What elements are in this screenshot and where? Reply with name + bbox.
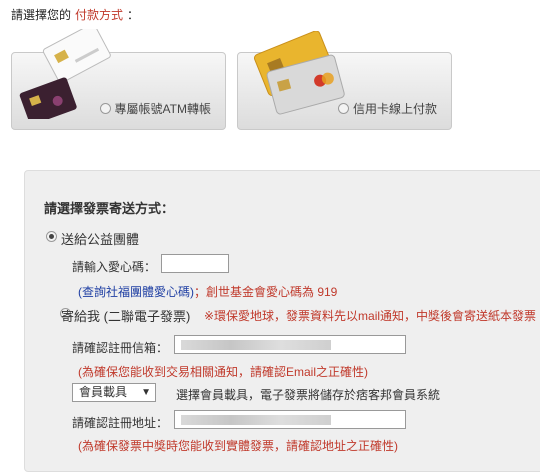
atm-label: 專屬帳號ATM轉帳 xyxy=(114,102,211,116)
heading-suffix: ： xyxy=(127,8,140,22)
love-code-help: (查詢社福團體愛心碼)；創世基金會愛心碼為 919 xyxy=(78,283,337,300)
payment-option-credit-card[interactable]: 信用卡線上付款 xyxy=(237,31,452,130)
love-code-input[interactable] xyxy=(161,254,229,273)
credit-card-icon xyxy=(253,31,345,115)
credit-card-label: 信用卡線上付款 xyxy=(352,102,437,116)
carrier-select-value: 會員載具 xyxy=(79,385,128,399)
email-note: (為確保您能收到交易相關通知，請確認Email之正確性) xyxy=(78,365,368,379)
heading-accent: 付款方式 xyxy=(75,8,124,22)
carrier-desc: 選擇會員載具，電子發票將儲存於痞客邦會員系統 xyxy=(176,388,441,402)
carrier-select[interactable]: 會員載具 ▼ xyxy=(72,383,156,402)
email-field[interactable] xyxy=(174,335,406,354)
donate-radio[interactable] xyxy=(46,231,57,242)
redacted-address xyxy=(181,415,331,425)
heading-prefix: 請選擇您的 xyxy=(11,8,72,22)
atm-radio[interactable] xyxy=(99,103,111,114)
payment-option-atm[interactable]: 專屬帳號ATM轉帳 xyxy=(11,29,226,130)
send-me-label: 寄給我 (二聯電子發票) xyxy=(61,309,191,324)
redacted-email xyxy=(181,340,331,350)
email-label: 請確認註冊信箱： xyxy=(72,341,169,355)
donate-label: 送給公益團體 xyxy=(61,232,140,247)
eco-warning: ※環保愛地球，發票資料先以mail通知，中獎後會寄送紙本發票 xyxy=(204,309,537,323)
address-label: 請確認註冊地址： xyxy=(72,416,169,430)
address-field[interactable] xyxy=(174,410,406,429)
payment-method-heading: 請選擇您的 付款方式： xyxy=(11,6,139,23)
query-love-code-link[interactable]: (查詢社福團體愛心碼) xyxy=(78,285,194,299)
chevron-down-icon: ▼ xyxy=(141,387,151,398)
address-note: (為確保發票中獎時您能收到實體發票，請確認地址之正確性) xyxy=(78,439,398,453)
love-code-note: ；創世基金會愛心碼為 919 xyxy=(194,285,338,299)
credit-card-radio[interactable] xyxy=(337,103,349,114)
love-code-label: 請輸入愛心碼： xyxy=(72,260,157,274)
invoice-title: 請選擇發票寄送方式： xyxy=(44,201,175,216)
